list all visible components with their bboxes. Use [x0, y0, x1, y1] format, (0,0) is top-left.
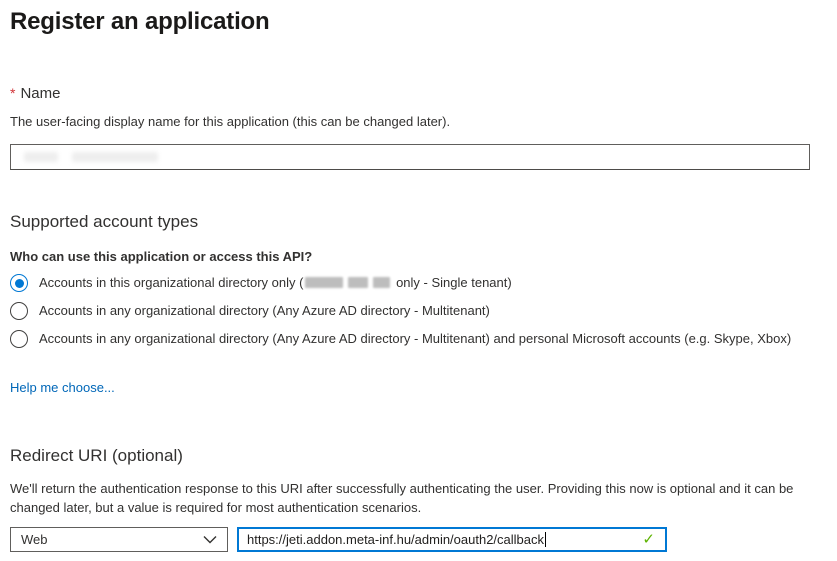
name-input-wrap — [10, 144, 810, 170]
radio-selected-icon — [10, 274, 28, 292]
platform-select-dropdown[interactable]: Web — [10, 527, 228, 552]
required-asterisk: * — [10, 85, 16, 101]
radio-option-label: Accounts in any organizational directory… — [39, 303, 490, 318]
name-label: Name — [20, 85, 61, 102]
account-types-question: Who can use this application or access t… — [10, 249, 313, 264]
account-types-radio-group: Accounts in this organizational director… — [10, 274, 810, 348]
redirect-uri-row: Web https://jeti.addon.meta-inf.hu/admin… — [10, 527, 810, 552]
radio-option-multitenant-personal[interactable]: Accounts in any organizational directory… — [10, 330, 810, 348]
radio-unselected-icon — [10, 302, 28, 320]
name-input[interactable] — [10, 144, 810, 170]
radio-option-label: Accounts in this organizational director… — [39, 275, 512, 290]
radio-option-multitenant[interactable]: Accounts in any organizational directory… — [10, 302, 810, 320]
radio-option-label: Accounts in any organizational directory… — [39, 331, 792, 346]
radio-option-single-tenant[interactable]: Accounts in this organizational director… — [10, 274, 810, 292]
redacted-tenant-name — [305, 277, 391, 288]
text-cursor — [545, 532, 547, 547]
register-application-page: Register an application * Name The user-f… — [0, 0, 837, 552]
redirect-uri-value: https://jeti.addon.meta-inf.hu/admin/oau… — [247, 532, 545, 547]
valid-checkmark-icon: ✓ — [642, 531, 655, 548]
redirect-uri-description: We'll return the authentication response… — [10, 481, 794, 515]
redirect-uri-input[interactable]: https://jeti.addon.meta-inf.hu/admin/oau… — [237, 527, 667, 552]
platform-select-value: Web — [21, 532, 48, 547]
name-label-row: * Name — [10, 83, 810, 104]
page-title: Register an application — [10, 8, 270, 35]
chevron-down-icon — [203, 535, 217, 544]
radio-unselected-icon — [10, 330, 28, 348]
account-types-heading: Supported account types — [10, 212, 199, 231]
redirect-uri-heading: Redirect URI (optional) — [10, 446, 183, 465]
help-me-choose-link[interactable]: Help me choose... — [10, 380, 115, 396]
name-description: The user-facing display name for this ap… — [10, 114, 451, 129]
